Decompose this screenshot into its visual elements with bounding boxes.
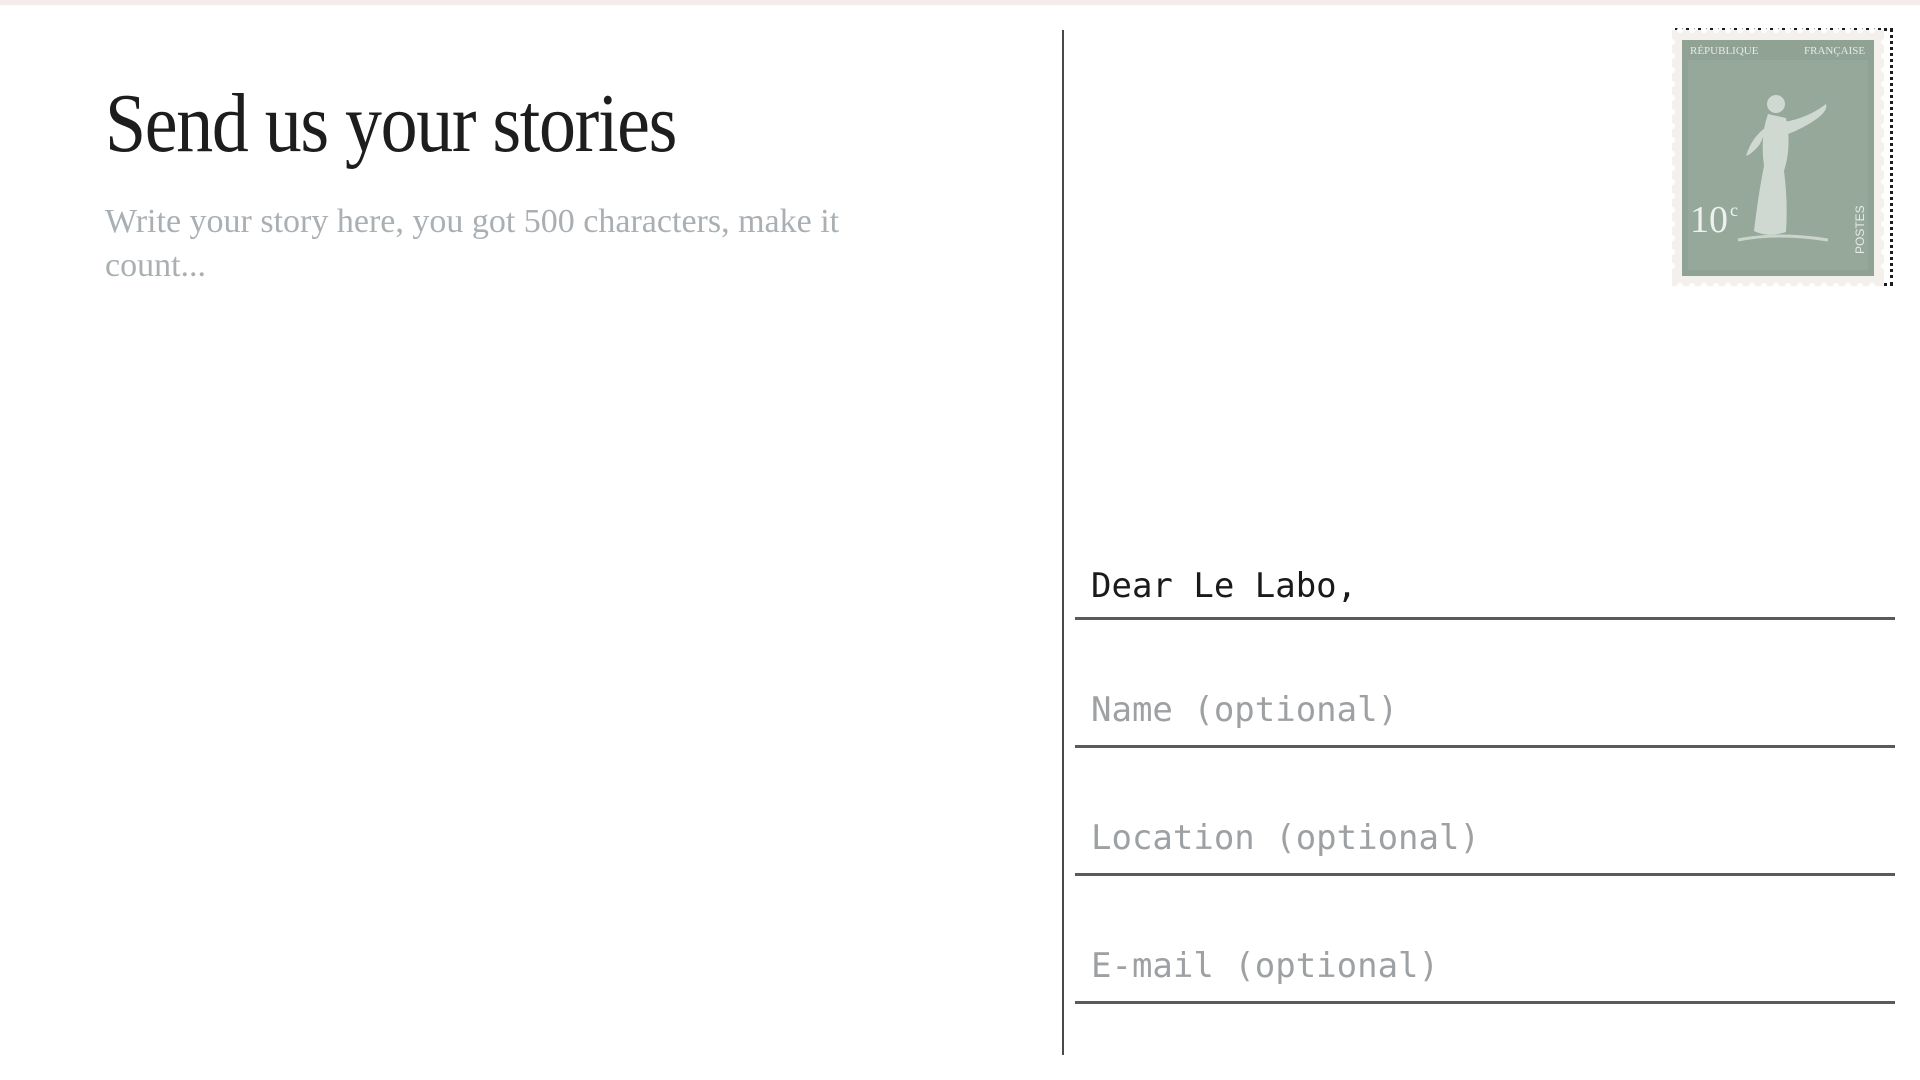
name-underline xyxy=(1075,745,1895,748)
email-underline xyxy=(1075,1001,1895,1004)
location-underline xyxy=(1075,873,1895,876)
email-field-row xyxy=(1075,904,1895,1004)
stamp-value: 10 xyxy=(1690,199,1728,241)
stamp-value-unit: c xyxy=(1730,200,1738,220)
name-field-row xyxy=(1075,648,1895,748)
greeting-underline xyxy=(1075,617,1895,620)
page-title: Send us your stories xyxy=(105,77,677,170)
greeting-text: Dear Le Labo, xyxy=(1091,566,1358,606)
top-strip xyxy=(0,0,1920,5)
location-field-row xyxy=(1075,776,1895,876)
name-input[interactable] xyxy=(1091,684,1881,736)
greeting-line: Dear Le Labo, xyxy=(1075,520,1895,620)
postcard-page: Send us your stories RÉPUBLIQUE FRANÇAIS… xyxy=(0,0,1920,1080)
location-input[interactable] xyxy=(1091,812,1881,864)
postage-stamp-image: RÉPUBLIQUE FRANÇAISE 10 c POSTES xyxy=(1669,27,1887,289)
stamp-side-text: POSTES xyxy=(1853,205,1867,254)
email-input[interactable] xyxy=(1091,940,1881,992)
stamp-top-left-text: RÉPUBLIQUE xyxy=(1690,45,1759,57)
stamp-top-right-text: FRANÇAISE xyxy=(1804,45,1865,57)
postcard-divider xyxy=(1062,30,1064,1055)
story-textarea[interactable] xyxy=(105,200,905,1020)
